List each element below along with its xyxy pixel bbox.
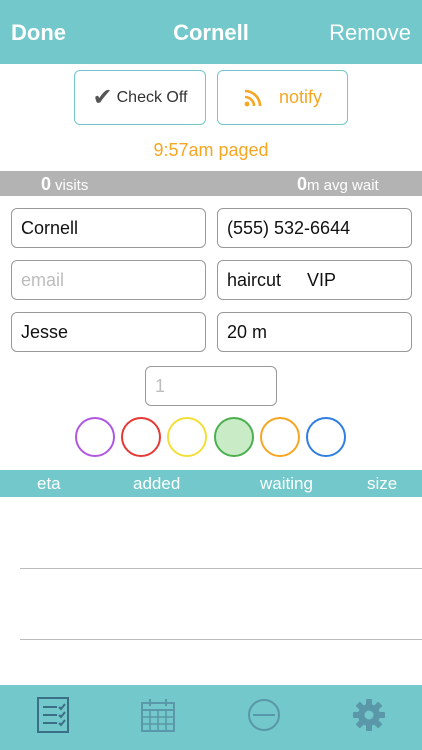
color-option[interactable] [75,417,115,457]
tab-calendar[interactable] [136,693,180,737]
rss-icon [244,89,262,106]
color-option[interactable] [259,417,300,457]
table-header: eta added waiting size [0,470,422,497]
tab-checklist[interactable] [31,693,75,737]
visits-stat: 0 visits [41,174,88,195]
tab-remove[interactable] [242,693,286,737]
table-row-divider [20,639,422,640]
color-option[interactable] [306,417,346,457]
visits-count: 0 [41,174,52,194]
tags-field[interactable]: haircut VIP [217,260,412,300]
gear-icon [353,699,385,731]
avg-wait-stat: 0m avg wait [297,174,379,195]
party-size-field[interactable]: 1 [145,366,277,406]
quoted-time-field[interactable]: 20 m [217,312,412,352]
column-added: added [133,474,181,493]
stats-bar: 0 visits 0m avg wait [0,171,422,196]
tab-bar [0,685,422,750]
nav-bar: Done Cornell Remove [0,0,422,64]
check-off-label: Check Off [116,88,188,106]
tab-settings[interactable] [347,693,391,737]
wait-label: m avg wait [307,177,379,194]
column-waiting: waiting [260,474,313,493]
staff-field[interactable]: Jesse [11,312,206,352]
tag-haircut: haircut [227,269,282,290]
notify-label: notify [278,87,323,107]
column-eta: eta [37,474,61,493]
check-off-button[interactable]: ✔ Check Off [74,70,206,125]
notify-button[interactable]: notify [217,70,348,125]
remove-button[interactable]: Remove [329,20,411,46]
tag-vip: VIP [307,269,337,290]
color-option[interactable] [213,417,254,457]
paged-status: 9:57am paged [153,140,269,160]
phone-field[interactable]: (555) 532-6644 [217,208,412,248]
minus-circle-icon [248,699,280,731]
name-field[interactable]: Cornell [11,208,206,248]
table-row-divider [20,568,422,569]
wait-count: 0 [297,174,308,194]
visits-label: visits [55,177,89,194]
column-size: size [367,474,398,493]
checkmark-icon: ✔ [92,84,113,111]
email-field[interactable]: email [11,260,206,300]
checklist-icon [37,697,69,733]
calendar-icon [141,699,175,732]
color-option[interactable] [167,417,208,457]
color-option[interactable] [121,417,162,457]
